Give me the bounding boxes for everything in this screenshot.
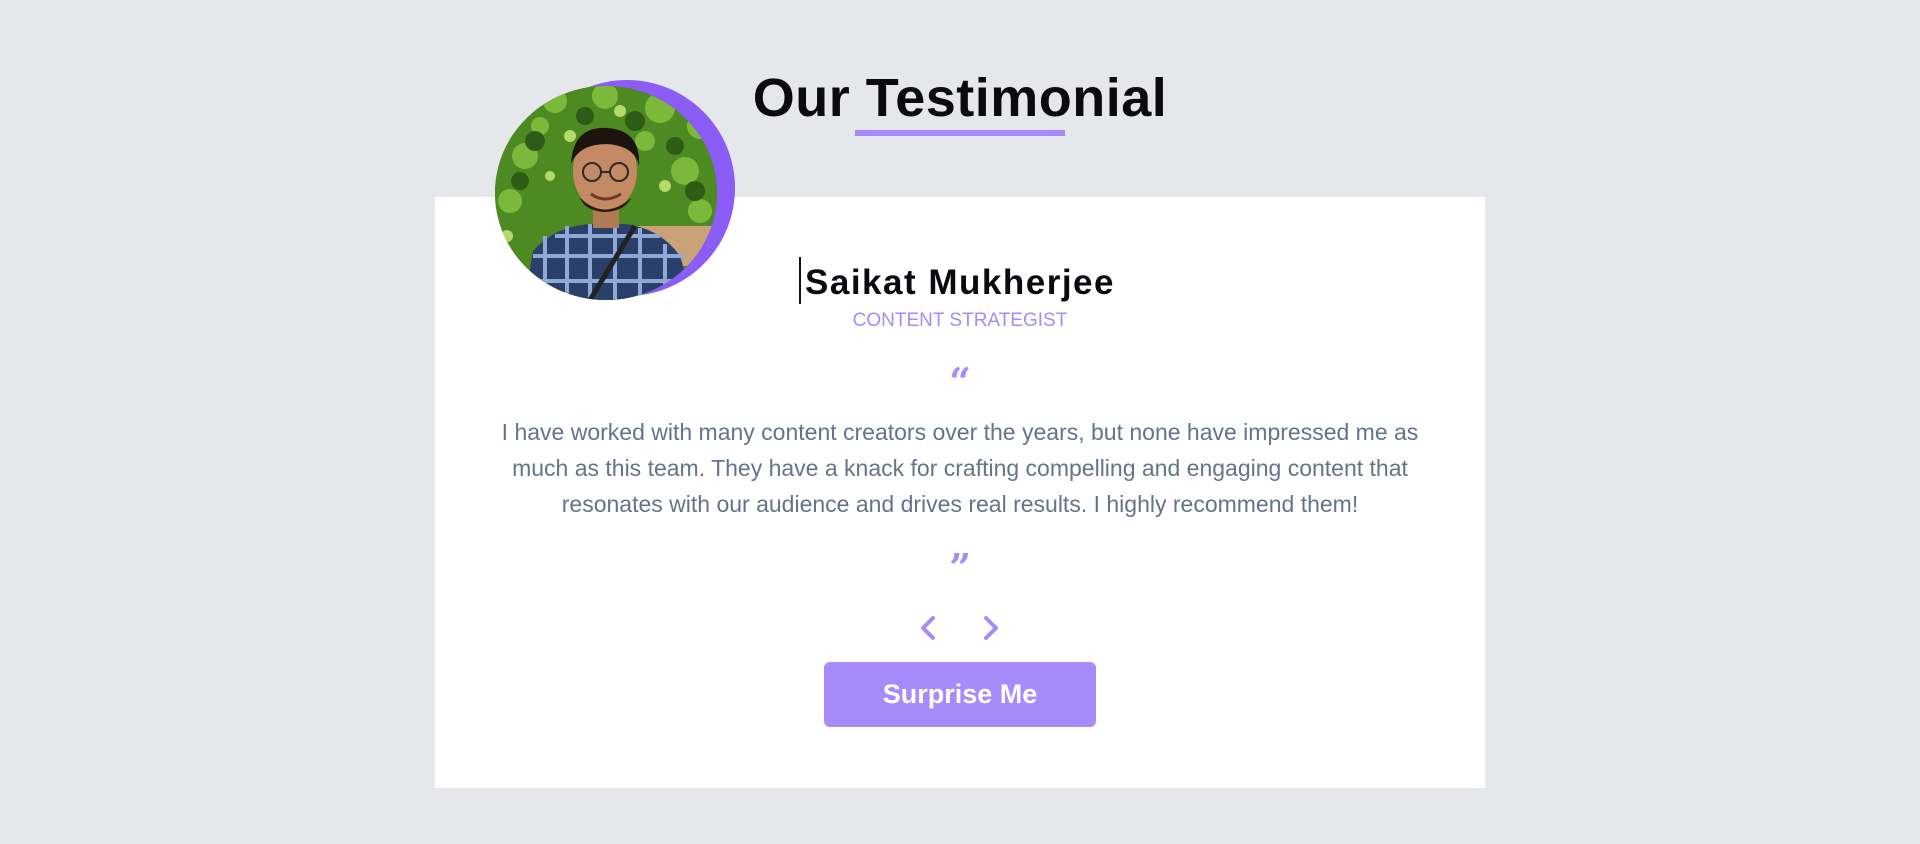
title-underline: [855, 130, 1065, 136]
surprise-me-button[interactable]: Surprise Me: [824, 662, 1096, 727]
testimonial-role: Content Strategist: [852, 310, 1068, 331]
testimonial-text: I have worked with many content creators…: [501, 419, 1419, 517]
section-title: Our Testimonial: [752, 68, 1168, 128]
next-button[interactable]: [974, 611, 1008, 645]
text-cursor: [799, 257, 801, 304]
chevron-left-icon: [921, 616, 935, 640]
prev-button[interactable]: [911, 611, 945, 645]
chevron-right-icon: [984, 616, 998, 640]
close-quote-icon: ”: [949, 545, 971, 590]
testimonial-name: Saikat Mukherjee: [805, 263, 1115, 302]
testimonial-page: Our Testimonial Saikat Mukherjee CONTENT…: [0, 0, 1920, 844]
open-quote-icon: “: [949, 359, 971, 404]
